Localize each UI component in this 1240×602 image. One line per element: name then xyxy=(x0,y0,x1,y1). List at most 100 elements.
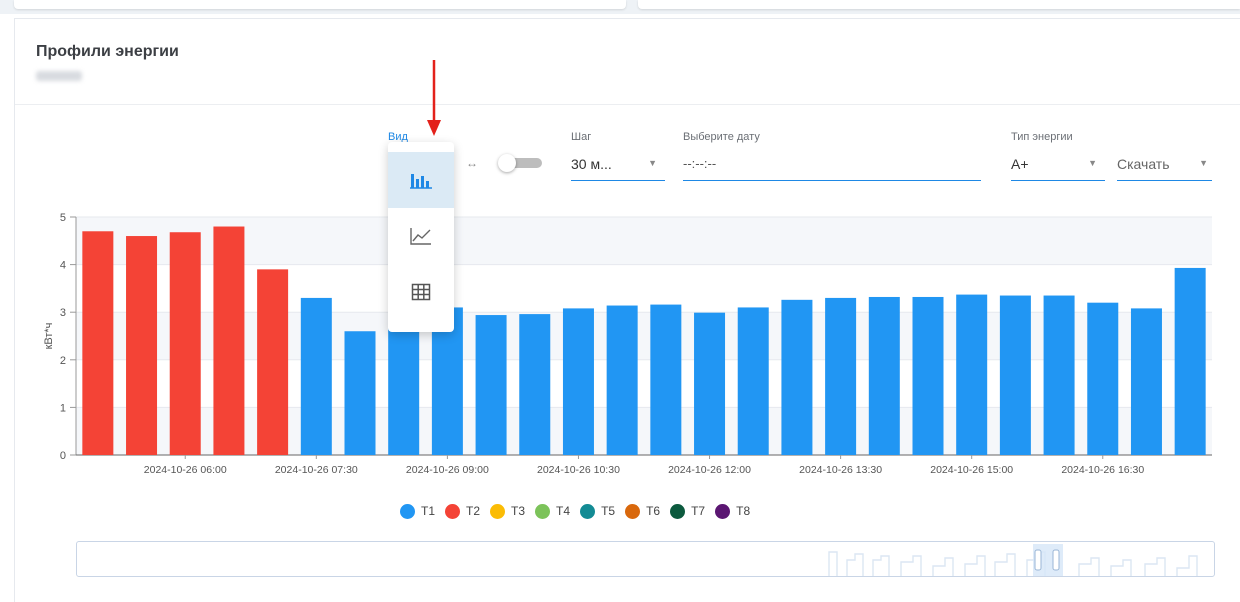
line-chart-icon xyxy=(410,228,431,245)
bar xyxy=(126,236,158,455)
legend-label: T2 xyxy=(466,504,481,518)
date-label: Выберите дату xyxy=(683,131,760,143)
y-tick-label: 0 xyxy=(60,450,66,462)
bar xyxy=(300,297,332,455)
table-icon xyxy=(411,283,431,301)
bar xyxy=(82,231,114,455)
bar xyxy=(344,331,376,455)
legend-label: T6 xyxy=(646,504,661,518)
legend-swatch xyxy=(670,503,686,519)
chevron-down-icon: ▼ xyxy=(648,158,657,168)
energy-bar-chart: 0 1 2 3 4 5 кВт*ч 2024-10-26 06:00 2024-10-26 07… xyxy=(43,212,1212,476)
legend-swatch xyxy=(445,503,461,519)
legend-item-t1[interactable]: T1 xyxy=(400,503,436,519)
y-tick-label: 4 xyxy=(60,260,66,272)
y-tick-label: 3 xyxy=(60,307,66,319)
x-tick-label: 2024-10-26 06:00 xyxy=(144,464,227,476)
energy-type-value: A+ xyxy=(1011,156,1029,172)
bar xyxy=(475,315,507,455)
bar xyxy=(213,226,245,455)
legend-label: T4 xyxy=(556,504,571,518)
legend-item-t5[interactable]: T5 xyxy=(580,503,616,519)
toggle-switch[interactable] xyxy=(498,154,544,172)
bar xyxy=(781,299,813,455)
zoom-slider[interactable] xyxy=(76,541,1215,577)
bar xyxy=(737,307,769,455)
x-tick-label: 2024-10-26 12:00 xyxy=(668,464,751,476)
bar xyxy=(825,297,857,455)
chart-legend: T1 T2 T3 T4 T5 T6 T7 T8 xyxy=(400,500,760,522)
bar xyxy=(1130,308,1162,455)
bar xyxy=(650,304,682,455)
legend-item-t2[interactable]: T2 xyxy=(445,503,481,519)
bar xyxy=(562,308,594,455)
y-axis-label: кВт*ч xyxy=(43,323,55,350)
legend-label: T8 xyxy=(736,504,751,518)
bar xyxy=(257,269,289,455)
toggle-knob xyxy=(498,154,516,172)
bar xyxy=(169,232,201,455)
bar xyxy=(1087,302,1119,455)
fit-width-icon[interactable]: ↔ xyxy=(466,156,478,170)
step-value: 30 м... xyxy=(571,156,612,172)
x-tick-label: 2024-10-26 07:30 xyxy=(275,464,358,476)
bar xyxy=(1174,267,1206,455)
legend-swatch xyxy=(490,503,506,519)
top-panels xyxy=(0,0,1240,14)
card-divider xyxy=(15,104,1240,105)
legend-label: T1 xyxy=(421,504,436,518)
bar xyxy=(694,312,726,455)
x-tick-label: 2024-10-26 10:30 xyxy=(537,464,620,476)
legend-swatch xyxy=(625,503,641,519)
step-label: Шаг xyxy=(571,131,592,143)
legend-item-t3[interactable]: T3 xyxy=(490,503,526,519)
date-value: --:--:-- xyxy=(683,156,717,171)
download-select[interactable]: Скачать ▼ xyxy=(1117,152,1212,181)
annotation-arrow-icon xyxy=(427,60,441,136)
download-label: Скачать xyxy=(1117,156,1170,172)
x-tick-label: 2024-10-26 13:30 xyxy=(799,464,882,476)
view-menu-item-bar[interactable] xyxy=(388,152,454,208)
card-title: Профили энергии xyxy=(36,43,179,60)
x-tick-label: 2024-10-26 16:30 xyxy=(1061,464,1144,476)
energy-type-select[interactable]: A+ ▼ xyxy=(1011,152,1105,181)
y-tick-label: 2 xyxy=(60,355,66,367)
bar xyxy=(999,295,1031,455)
chart-band xyxy=(76,407,1212,455)
legend-item-t4[interactable]: T4 xyxy=(535,503,571,519)
view-menu-item-line[interactable] xyxy=(388,208,454,264)
y-tick-label: 1 xyxy=(60,402,66,414)
chart-band xyxy=(76,312,1212,360)
bar xyxy=(956,294,988,455)
zoom-preview xyxy=(828,544,1198,576)
bar xyxy=(868,296,900,455)
chevron-down-icon: ▼ xyxy=(1088,158,1097,168)
legend-swatch xyxy=(580,503,596,519)
bar xyxy=(1043,295,1075,455)
x-tick-label: 2024-10-26 15:00 xyxy=(930,464,1013,476)
x-tick-label: 2024-10-26 09:00 xyxy=(406,464,489,476)
legend-swatch xyxy=(715,503,731,519)
y-tick-label: 5 xyxy=(60,212,66,224)
bar-chart-icon xyxy=(410,174,432,189)
legend-item-t6[interactable]: T6 xyxy=(625,503,661,519)
legend-label: T7 xyxy=(691,504,706,518)
top-panel-right xyxy=(638,0,1240,9)
top-panel-left xyxy=(14,0,626,9)
legend-item-t7[interactable]: T7 xyxy=(670,503,706,519)
bar xyxy=(912,296,944,455)
date-input[interactable]: --:--:-- xyxy=(683,152,981,181)
legend-swatch xyxy=(400,503,415,519)
view-menu-item-table[interactable] xyxy=(388,264,454,320)
legend-label: T5 xyxy=(601,504,616,518)
legend-item-t8[interactable]: T8 xyxy=(715,503,751,519)
chevron-down-icon: ▼ xyxy=(1199,158,1208,168)
legend-swatch xyxy=(535,503,551,519)
card-subtitle-blurred: 07044 xyxy=(36,71,82,81)
bar xyxy=(519,314,551,455)
chart-band xyxy=(76,217,1212,265)
step-select[interactable]: 30 м... ▼ xyxy=(571,152,665,181)
bar xyxy=(606,305,638,455)
legend-label: T3 xyxy=(511,504,526,518)
energy-type-label: Тип энергии xyxy=(1011,131,1073,143)
